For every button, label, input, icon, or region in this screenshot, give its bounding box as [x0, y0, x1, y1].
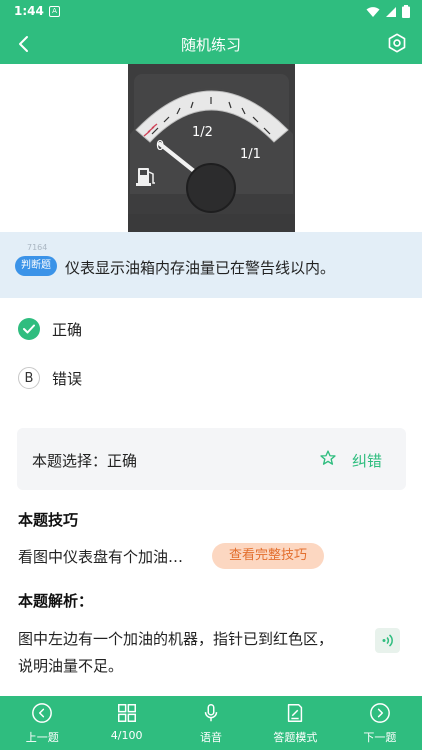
chevron-right-circle-icon	[369, 703, 390, 723]
grid-icon	[117, 704, 136, 722]
wifi-icon	[366, 6, 380, 17]
signal-icon	[386, 6, 396, 17]
gauge-label-half: 1/2	[192, 125, 213, 140]
settings-icon[interactable]	[386, 32, 408, 54]
mode-label: 答题模式	[273, 731, 318, 744]
edit-document-icon	[288, 704, 303, 722]
battery-icon	[402, 5, 410, 18]
question-panel: 7164 判断题 仪表显示油箱内存油量已在警告线以内。	[0, 232, 422, 298]
option-correct[interactable]: 正确	[18, 317, 82, 341]
prev-question-button[interactable]: 上一题	[0, 696, 84, 750]
voice-label: 语音	[200, 731, 223, 744]
prev-label: 上一题	[25, 731, 59, 744]
status-time: 1:44	[14, 4, 44, 18]
option-label: 错误	[52, 369, 83, 388]
tips-title: 本题技巧	[18, 511, 79, 529]
nav-bar: 随机练习	[0, 24, 422, 64]
analysis-text: 图中左边有一个加油的机器，指针已到红色区，说明油量不足。	[18, 630, 334, 675]
answer-card: 本题选择：正确 纠错	[17, 428, 406, 490]
analysis-title: 本题解析：	[18, 592, 94, 610]
microphone-icon	[204, 704, 218, 722]
voice-button[interactable]: 语音	[169, 696, 253, 750]
question-grid-button[interactable]: 4/100	[84, 696, 168, 750]
question-type-badge: 判断题	[15, 256, 57, 276]
chevron-left-circle-icon	[32, 703, 53, 723]
progress-label: 4/100	[110, 729, 143, 742]
question-text: 仪表显示油箱内存油量已在警告线以内。	[65, 259, 336, 277]
next-label: 下一题	[363, 731, 397, 744]
view-full-tips-button[interactable]: 查看完整技巧	[212, 543, 324, 569]
selected-answer: 本题选择：正确	[32, 452, 138, 470]
option-label: 正确	[52, 320, 83, 339]
fuel-gauge-image: 0 1/2 1/1	[128, 64, 295, 232]
option-wrong[interactable]: B 错误	[18, 366, 82, 390]
question-id-label: 7164	[27, 243, 48, 252]
page-title: 随机练习	[180, 36, 241, 54]
check-icon	[18, 318, 40, 340]
report-error-button[interactable]: 纠错	[352, 450, 382, 471]
bottom-toolbar: 上一题 4/100 语音 答题模式 下一题	[0, 696, 422, 750]
audio-icon[interactable]	[375, 628, 400, 653]
system-icons	[366, 5, 410, 18]
answer-mode-button[interactable]: 答题模式	[253, 696, 337, 750]
status-bar: 1:44 A	[0, 0, 422, 24]
option-marker: B	[18, 367, 40, 389]
star-icon[interactable]	[319, 449, 337, 467]
next-question-button[interactable]: 下一题	[338, 696, 422, 750]
notification-icon: A	[49, 6, 60, 17]
gauge-label-full: 1/1	[240, 147, 261, 162]
tips-text: 看图中仪表盘有个加油…	[18, 548, 184, 566]
